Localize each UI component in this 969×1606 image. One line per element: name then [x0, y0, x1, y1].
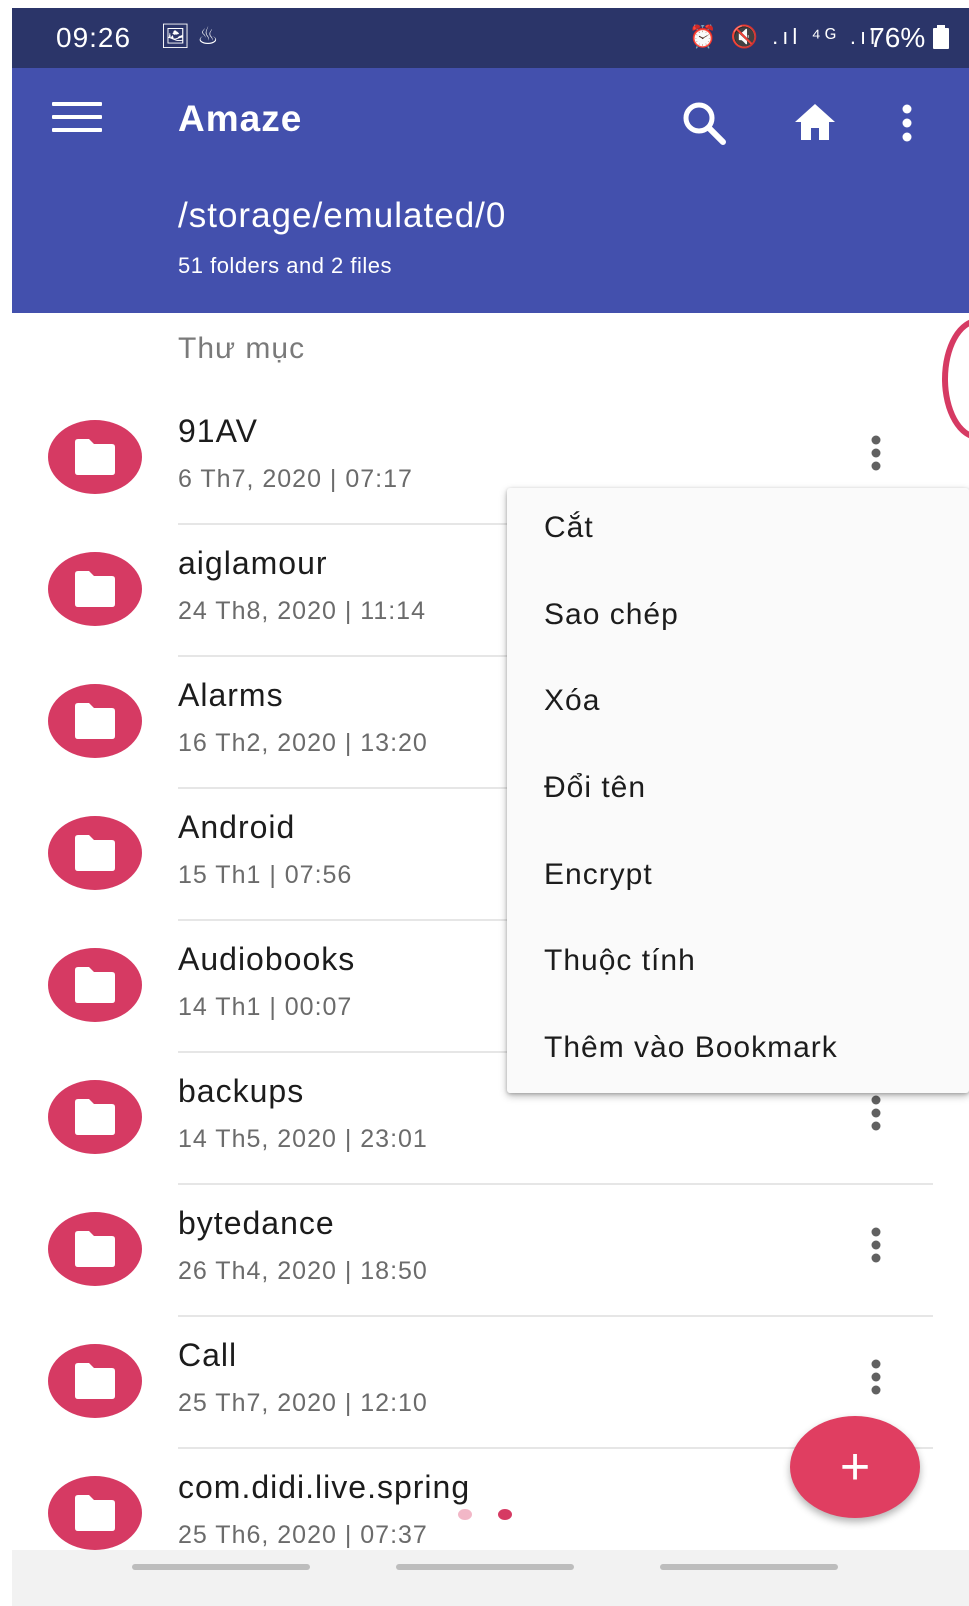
search-icon[interactable]: [679, 98, 729, 148]
more-vert-icon[interactable]: [892, 98, 922, 148]
status-time: 09:26: [56, 22, 132, 53]
screen: 09:26 🖼 ♨ ⏰ 🔇 .ıl ⁴ᴳ .ıl 76% Amaze /stor…: [12, 8, 969, 1606]
status-bar: 09:26 🖼 ♨ ⏰ 🔇 .ıl ⁴ᴳ .ıl 76%: [12, 8, 969, 68]
system-status-icons: ⏰ 🔇 .ıl ⁴ᴳ .ıl: [689, 24, 879, 49]
folder-date: 25 Th6, 2020 | 07:37: [178, 1521, 428, 1549]
nav-back-button[interactable]: [660, 1564, 838, 1570]
folder-icon: [48, 1344, 142, 1418]
section-header-folders: Thư mục: [178, 332, 306, 365]
menu-item-properties[interactable]: Thuộc tính: [544, 944, 696, 978]
folder-name: com.didi.live.spring: [178, 1469, 471, 1505]
battery-percent: 76%: [869, 22, 926, 53]
folder-date: 14 Th5, 2020 | 23:01: [178, 1125, 428, 1153]
more-vert-icon[interactable]: [858, 1357, 894, 1397]
hamburger-menu-icon[interactable]: [52, 102, 102, 142]
folder-name: 91AV: [178, 413, 258, 449]
folder-icon: [48, 552, 142, 626]
system-nav-bar: [12, 1550, 969, 1606]
page-indicator-dot: [458, 1509, 472, 1520]
app-title: Amaze: [178, 98, 303, 139]
folder-name: Alarms: [178, 677, 284, 713]
folder-icon: [48, 1080, 142, 1154]
more-vert-icon[interactable]: [858, 1225, 894, 1265]
notification-icons: 🖼 ♨: [160, 23, 219, 50]
battery-level: 76%: [869, 22, 949, 54]
more-vert-icon[interactable]: [858, 1093, 894, 1133]
app-bar: Amaze /storage/emulated/0 51 folders and…: [12, 68, 969, 313]
menu-item-encrypt[interactable]: Encrypt: [544, 858, 653, 892]
folder-name: bytedance: [178, 1205, 335, 1241]
folder-name: backups: [178, 1073, 305, 1109]
plus-icon: +: [839, 1438, 871, 1496]
folder-icon: [48, 948, 142, 1022]
menu-item-rename[interactable]: Đổi tên: [544, 771, 646, 805]
battery-icon: [933, 25, 949, 49]
home-icon[interactable]: [790, 98, 840, 148]
folder-date: 14 Th1 | 00:07: [178, 993, 353, 1021]
list-item[interactable]: bytedance 26 Th4, 2020 | 18:50: [12, 1185, 969, 1317]
folder-date: 6 Th7, 2020 | 07:17: [178, 465, 413, 493]
nav-home-button[interactable]: [396, 1564, 574, 1570]
folder-name: Call: [178, 1337, 238, 1373]
folder-icon: [48, 420, 142, 494]
menu-item-add-bookmark[interactable]: Thêm vào Bookmark: [544, 1031, 838, 1065]
menu-item-copy[interactable]: Sao chép: [544, 598, 679, 632]
folder-icon: [48, 684, 142, 758]
folder-date: 26 Th4, 2020 | 18:50: [178, 1257, 428, 1285]
nav-recents-button[interactable]: [132, 1564, 310, 1570]
folder-date: 24 Th8, 2020 | 11:14: [178, 597, 426, 625]
folder-date: 16 Th2, 2020 | 13:20: [178, 729, 428, 757]
more-vert-icon[interactable]: [858, 433, 894, 473]
menu-item-cut[interactable]: Cắt: [544, 511, 594, 545]
current-path: /storage/emulated/0: [178, 196, 507, 235]
folder-name: Audiobooks: [178, 941, 356, 977]
folder-icon: [48, 1476, 142, 1550]
folder-name: Android: [178, 809, 296, 845]
page-indicator-dot-active: [498, 1509, 512, 1520]
add-fab-button[interactable]: +: [790, 1416, 920, 1518]
context-menu: Cắt Sao chép Xóa Đổi tên Encrypt Thuộc t…: [507, 488, 969, 1093]
folder-date: 15 Th1 | 07:56: [178, 861, 353, 889]
folder-icon: [48, 816, 142, 890]
folder-name: aiglamour: [178, 545, 328, 581]
folder-file-count: 51 folders and 2 files: [178, 253, 393, 278]
folder-date: 25 Th7, 2020 | 12:10: [178, 1389, 428, 1417]
menu-item-delete[interactable]: Xóa: [544, 684, 600, 718]
folder-icon: [48, 1212, 142, 1286]
